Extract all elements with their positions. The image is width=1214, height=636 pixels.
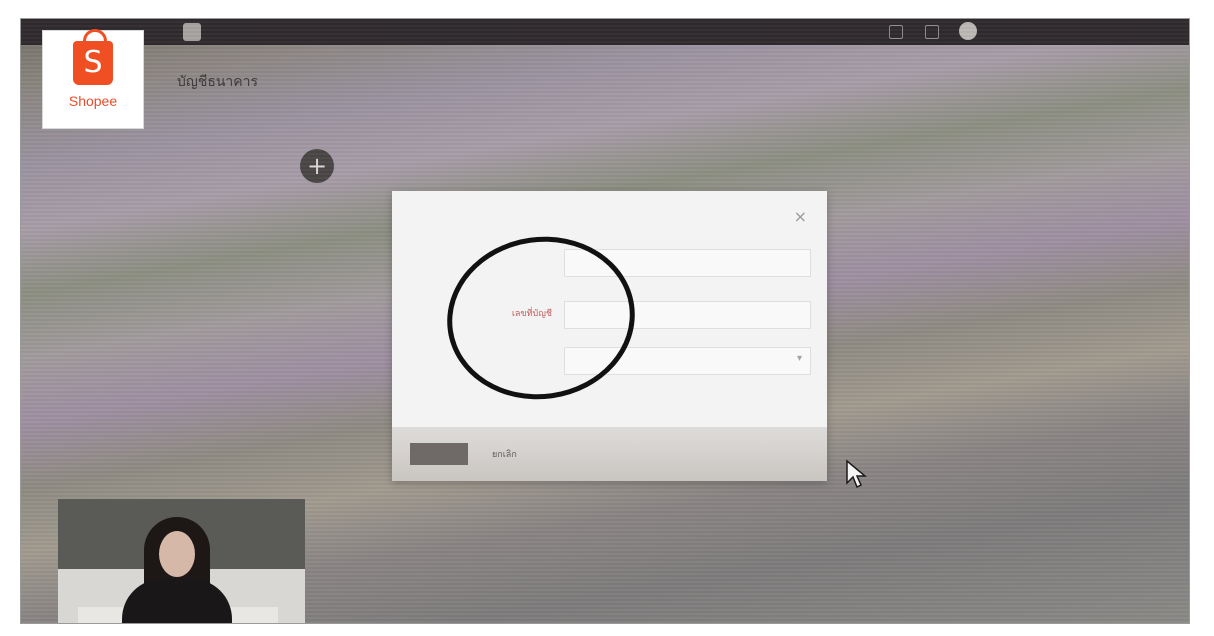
user-avatar[interactable] [959,22,977,40]
save-button[interactable] [410,443,468,465]
cancel-button[interactable]: ยกเลิก [492,447,517,461]
page-title: บัญชีธนาคาร [177,74,259,90]
shopee-bag-icon: S [73,29,113,85]
presenter-face [159,531,195,577]
screen-frame: S Shopee บัญชีธนาคาร + × เลขที่บัญชี ▾ ย… [20,18,1190,624]
chevron-down-icon: ▾ [796,353,802,364]
top-bar [21,19,1189,45]
app-icon [183,23,201,41]
mouse-pointer-icon [846,459,867,489]
plus-icon[interactable]: + [300,149,334,183]
notification-icon[interactable] [889,25,903,39]
shopee-wordmark: Shopee [68,93,118,109]
dialog-footer: ยกเลิก [392,427,827,481]
grid-icon[interactable] [925,25,939,39]
shopee-logo: S Shopee [42,29,144,129]
close-icon[interactable]: × [794,207,807,226]
webcam-overlay [58,499,305,623]
